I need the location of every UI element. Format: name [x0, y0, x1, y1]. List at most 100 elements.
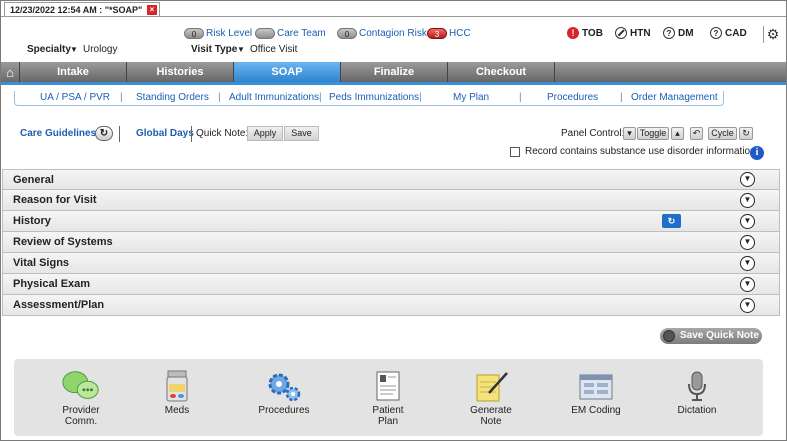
subtab-standing-orders[interactable]: Standing Orders: [136, 92, 209, 103]
subtab-order-management[interactable]: Order Management: [631, 92, 718, 103]
gear-icon[interactable]: ⚙: [763, 26, 780, 43]
chevron-down-icon[interactable]: ▼: [740, 276, 755, 292]
care-team-badge: [255, 28, 275, 39]
generate-note-icon: [471, 369, 511, 403]
subtab-my-plan[interactable]: My Plan: [453, 92, 489, 103]
tray-label: Note: [480, 416, 502, 427]
section-general[interactable]: General ▼: [2, 169, 780, 190]
condition-cad[interactable]: ? CAD: [710, 27, 747, 39]
tray-label: Provider: [62, 405, 100, 416]
tray-label: Procedures: [258, 405, 310, 416]
provider-comm-button[interactable]: Provider Comm.: [41, 369, 121, 427]
specialty-value[interactable]: Urology: [83, 44, 117, 55]
expand-all-icon[interactable]: ▾: [623, 127, 636, 140]
undo-icon[interactable]: ↶: [690, 127, 703, 140]
procedures-icon: [264, 369, 304, 403]
contagion-badge: 0: [337, 28, 357, 39]
home-icon[interactable]: ⌂: [1, 62, 20, 82]
meds-button[interactable]: Meds: [137, 369, 217, 416]
tab-histories[interactable]: Histories: [127, 62, 234, 82]
chevron-down-icon[interactable]: ▼: [70, 45, 78, 54]
save-quick-note-button[interactable]: Save Quick Note: [660, 328, 762, 344]
tab-bar-filler: [555, 62, 786, 82]
contagion-risk-link[interactable]: Contagion Risk: [359, 28, 427, 39]
section-title: History: [13, 215, 51, 227]
alert-icon: !: [567, 27, 579, 39]
save-quick-note-label: Save Quick Note: [680, 330, 759, 341]
tab-finalize[interactable]: Finalize: [341, 62, 448, 82]
quick-note-label: Quick Note:: [196, 128, 249, 139]
save-button[interactable]: Save: [284, 126, 319, 141]
divider: |: [120, 92, 123, 103]
divider: [191, 126, 192, 142]
tab-strip-divider: [1, 16, 786, 17]
tray-label: Patient: [372, 405, 404, 416]
section-physical-exam[interactable]: Physical Exam ▼: [2, 274, 780, 295]
document-tab[interactable]: 12/23/2022 12:54 AM : "*SOAP" ×: [4, 2, 160, 17]
condition-dm[interactable]: ? DM: [663, 27, 694, 39]
refresh-icon[interactable]: ↻: [95, 126, 113, 141]
save-icon: [663, 330, 675, 342]
divider: [119, 126, 120, 142]
tab-soap[interactable]: SOAP: [234, 62, 341, 82]
toggle-button[interactable]: Toggle: [637, 127, 669, 140]
section-title: Assessment/Plan: [13, 299, 105, 311]
cycle-button[interactable]: Cycle: [708, 127, 737, 140]
substance-use-checkbox[interactable]: [510, 146, 520, 157]
em-coding-icon: [576, 369, 616, 403]
chevron-down-icon[interactable]: ▼: [740, 172, 755, 187]
condition-label: TOB: [582, 27, 603, 39]
no-entry-icon: [615, 27, 627, 39]
chevron-down-icon[interactable]: ▼: [740, 255, 755, 271]
section-title: Review of Systems: [13, 236, 113, 248]
procedures-button[interactable]: Procedures: [244, 369, 324, 416]
chevron-down-icon[interactable]: ▼: [740, 192, 755, 208]
condition-label: CAD: [725, 27, 747, 39]
visit-type-value[interactable]: Office Visit: [250, 44, 297, 55]
generate-note-button[interactable]: Generate Note: [451, 369, 531, 427]
section-reason-for-visit[interactable]: Reason for Visit ▼: [2, 190, 780, 211]
em-coding-button[interactable]: EM Coding: [556, 369, 636, 416]
info-icon[interactable]: i: [750, 146, 764, 160]
care-team-link[interactable]: Care Team: [277, 28, 326, 39]
subtab-ua-psa-pvr[interactable]: UA / PSA / PVR: [40, 92, 110, 103]
divider: |: [620, 92, 623, 103]
tray-label: Comm.: [64, 416, 98, 427]
dictation-button[interactable]: Dictation: [657, 369, 737, 416]
hcc-link[interactable]: HCC: [449, 28, 471, 39]
patient-plan-button[interactable]: Patient Plan: [348, 369, 428, 427]
substance-use-option[interactable]: Record contains substance use disorder i…: [510, 146, 756, 157]
global-days-link[interactable]: Global Days: [136, 128, 194, 139]
tab-checkout[interactable]: Checkout: [448, 62, 555, 82]
chevron-down-icon[interactable]: ▼: [740, 297, 755, 313]
divider: |: [519, 92, 522, 103]
provider-comm-icon: [61, 369, 101, 403]
section-assessment-plan[interactable]: Assessment/Plan ▼: [2, 295, 780, 316]
history-import-icon[interactable]: ↻: [662, 214, 681, 228]
patient-plan-icon: [368, 369, 408, 403]
tray-label: Plan: [377, 416, 398, 427]
subtab-procedures[interactable]: Procedures: [547, 92, 598, 103]
section-vital-signs[interactable]: Vital Signs ▼: [2, 253, 780, 274]
condition-htn[interactable]: HTN: [615, 27, 651, 39]
apply-button[interactable]: Apply: [247, 126, 283, 141]
care-guidelines-link[interactable]: Care Guidelines: [20, 128, 96, 139]
condition-tob[interactable]: ! TOB: [567, 27, 603, 39]
section-review-of-systems[interactable]: Review of Systems ▼: [2, 232, 780, 253]
tab-intake[interactable]: Intake: [20, 62, 127, 82]
collapse-all-icon[interactable]: ▴: [671, 127, 684, 140]
subtab-adult-immunizations[interactable]: Adult Immunizations: [229, 92, 319, 103]
cycle-icon[interactable]: ↻: [739, 127, 753, 140]
section-history[interactable]: History ↻ ▼: [2, 211, 780, 232]
chevron-down-icon[interactable]: ▼: [740, 213, 755, 229]
subtab-peds-immunizations[interactable]: Peds Immunizations: [329, 92, 419, 103]
meds-icon: [157, 369, 197, 403]
divider: |: [218, 92, 221, 103]
section-title: General: [13, 173, 54, 186]
document-tab-title: 12/23/2022 12:54 AM : "*SOAP": [10, 5, 143, 15]
risk-level-link[interactable]: Risk Level: [206, 28, 252, 39]
close-tab-icon[interactable]: ×: [147, 5, 157, 15]
chevron-down-icon[interactable]: ▼: [740, 234, 755, 250]
chevron-down-icon[interactable]: ▼: [237, 45, 245, 54]
soap-sections: General ▼ Reason for Visit ▼ History ↻ ▼…: [2, 169, 780, 316]
